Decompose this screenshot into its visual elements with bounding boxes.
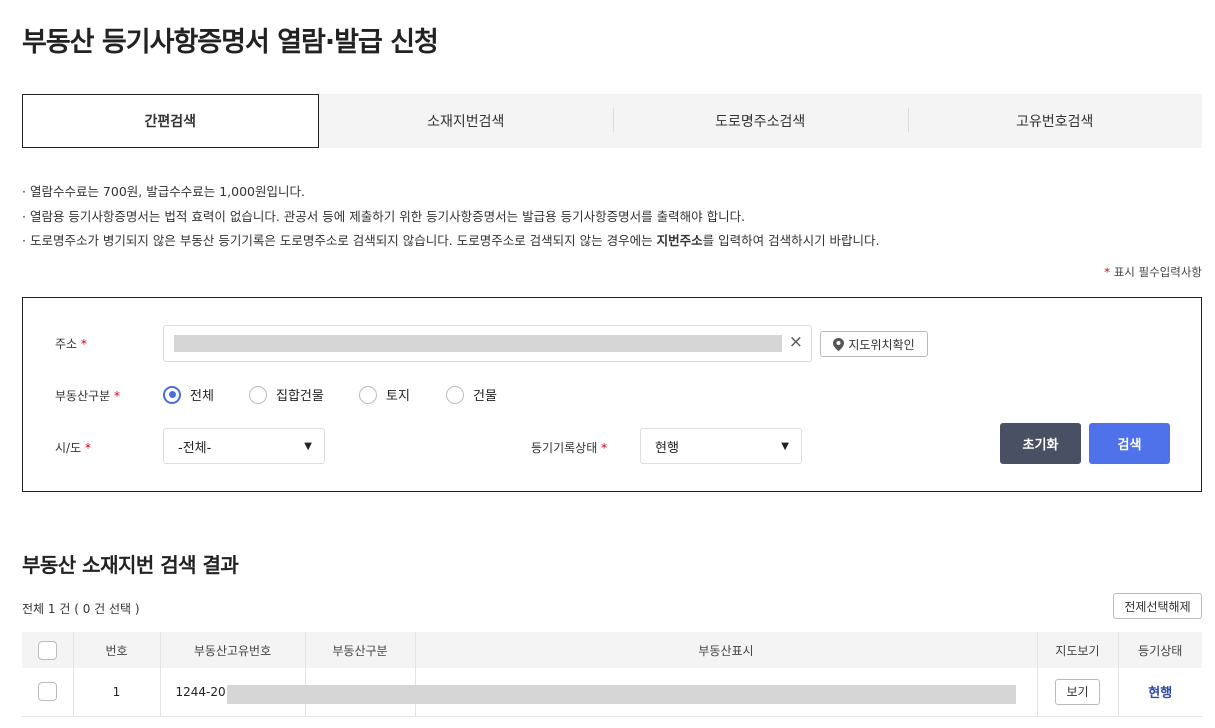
results-title: 부동산 소재지번 검색 결과: [22, 553, 239, 577]
clear-icon[interactable]: ×: [789, 332, 803, 352]
radio-icon: [359, 385, 377, 404]
notice-bold: 지번주소: [656, 233, 703, 248]
header-unique-id: 부동산고유번호: [159, 632, 305, 668]
search-tabs: 간편검색 소재지번검색 도로명주소검색 고유번호검색: [22, 94, 1202, 148]
map-location-button[interactable]: 지도위치확인: [820, 331, 928, 357]
row-checkbox[interactable]: [37, 682, 57, 702]
row-number: 1: [72, 668, 160, 717]
notice-text-end: 를 입력하여 검색하시기 바랍니다.: [702, 233, 880, 248]
notice-legal: · 열람용 등기사항증명서는 법적 효력이 없습니다. 관공서 등에 제출하기 …: [22, 208, 746, 224]
caret-down-icon: ▼: [781, 440, 789, 452]
masked-property-info: [227, 685, 1016, 704]
label-text: 등기기록상태: [531, 441, 598, 455]
results-count: 전체 1 건 ( 0 건 선택 ): [22, 602, 140, 616]
tab-unique-number-search[interactable]: 고유번호검색: [907, 94, 1203, 148]
status-select[interactable]: 현행 ▼: [640, 428, 802, 464]
notice-fee: · 열람수수료는 700원, 발급수수료는 1,000원입니다.: [22, 184, 305, 199]
tab-lot-search[interactable]: 소재지번검색: [319, 94, 614, 148]
select-all-checkbox[interactable]: [37, 640, 57, 660]
table-header: 번호 부동산고유번호 부동산구분 부동산표시 지도보기 등기상태: [22, 632, 1202, 668]
radio-label: 토지: [386, 389, 410, 404]
required-star: *: [84, 441, 91, 455]
type-label: 부동산구분 *: [55, 387, 120, 404]
radio-all[interactable]: 전체: [163, 385, 214, 404]
header-number: 번호: [72, 632, 160, 668]
reset-button[interactable]: 초기화: [1000, 423, 1081, 464]
header-map: 지도보기: [1036, 632, 1118, 668]
deselect-all-button[interactable]: 전제선택해제: [1113, 593, 1202, 619]
sido-select[interactable]: -전체- ▼: [163, 428, 325, 464]
required-star: *: [601, 441, 608, 455]
select-all-cell: [22, 632, 73, 668]
select-value: 현행: [655, 440, 679, 456]
page-title: 부동산 등기사항증명서 열람·발급 신청: [22, 27, 439, 58]
status-label: 등기기록상태 *: [531, 439, 607, 456]
map-pin-icon: [833, 337, 845, 351]
notice-text: · 도로명주소가 병기되지 않은 부동산 등기기록은 도로명주소로 검색되지 않…: [22, 233, 657, 248]
required-text: 표시 필수입력사항: [1110, 265, 1202, 279]
radio-building[interactable]: 건물: [446, 385, 497, 404]
notice-road: · 도로명주소가 병기되지 않은 부동산 등기기록은 도로명주소로 검색되지 않…: [22, 229, 880, 254]
caret-down-icon: ▼: [304, 440, 312, 452]
radio-collective-building[interactable]: 집합건물: [249, 385, 324, 404]
radio-checked-icon: [163, 385, 181, 404]
unique-id-text: 1244-20: [175, 684, 226, 699]
header-type: 부동산구분: [304, 632, 415, 668]
required-note: * 표시 필수입력사항: [1104, 264, 1202, 280]
radio-icon: [446, 385, 464, 404]
label-text: 주소: [55, 337, 78, 351]
address-label: 주소 *: [55, 335, 87, 352]
required-star: *: [80, 337, 87, 351]
address-input[interactable]: ×: [163, 325, 812, 362]
search-form: 주소 * × 지도위치확인 부동산구분 * 전체 집합건물 토지 건물 시/도 …: [22, 297, 1202, 492]
radio-label: 집합건물: [276, 389, 324, 404]
row-select-cell: [22, 668, 73, 717]
tab-road-address-search[interactable]: 도로명주소검색: [613, 94, 908, 148]
radio-icon: [249, 385, 267, 404]
view-map-button[interactable]: 보기: [1055, 678, 1100, 705]
required-star: *: [114, 389, 121, 403]
select-value: -전체-: [178, 440, 212, 456]
radio-land[interactable]: 토지: [359, 385, 410, 404]
map-button-label: 지도위치확인: [848, 337, 915, 352]
masked-address: [174, 335, 782, 352]
sido-label: 시/도 *: [55, 439, 91, 456]
header-status: 등기상태: [1117, 632, 1202, 668]
tab-simple-search[interactable]: 간편검색: [22, 94, 319, 148]
row-map-cell: 보기: [1036, 668, 1118, 717]
label-text: 시/도: [55, 441, 82, 455]
search-button[interactable]: 검색: [1089, 423, 1170, 464]
radio-label: 건물: [473, 389, 497, 404]
row-status[interactable]: 현행: [1117, 668, 1202, 717]
notice-list: · 열람수수료는 700원, 발급수수료는 1,000원입니다. · 열람용 등…: [22, 180, 880, 254]
header-display: 부동산표시: [414, 632, 1037, 668]
label-text: 부동산구분: [55, 389, 111, 403]
radio-label: 전체: [190, 389, 214, 404]
